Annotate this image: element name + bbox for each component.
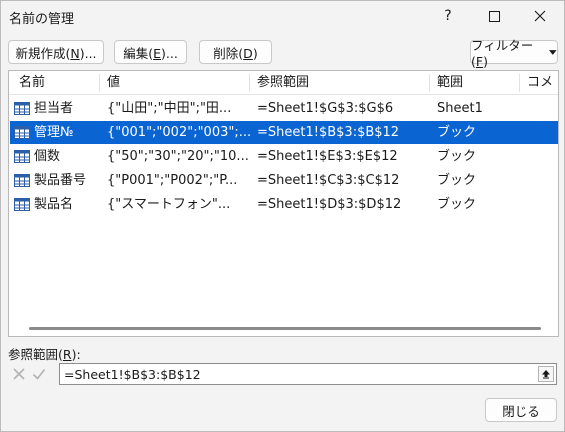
cancel-icon <box>13 368 25 380</box>
collapse-dialog-icon <box>542 370 550 379</box>
maximize-icon <box>488 10 500 22</box>
names-list[interactable]: 名前 値 参照範囲 範囲 コメ 担当者 {"山田";"中田";"田... =Sh… <box>8 70 559 337</box>
column-header-name[interactable]: 名前 <box>13 71 99 95</box>
column-header-value[interactable]: 値 <box>101 71 249 95</box>
help-button[interactable]: ? <box>425 1 471 31</box>
cancel-edit-button[interactable] <box>10 365 28 383</box>
table-row-selected[interactable]: 管理№ {"001";"002";"003";... =Sheet1!$B$3:… <box>10 121 558 144</box>
row-scope: ブック <box>437 173 477 188</box>
close-window-button[interactable] <box>517 1 563 31</box>
row-scope: ブック <box>437 149 477 164</box>
column-header-comment[interactable]: コメ <box>521 71 558 95</box>
horizontal-scrollbar[interactable] <box>29 327 541 330</box>
row-scope: ブック <box>437 125 477 140</box>
row-name: 個数 <box>34 149 61 164</box>
column-divider[interactable] <box>519 74 520 92</box>
column-divider[interactable] <box>99 74 100 92</box>
row-value: {"001";"002";"003";... <box>107 125 251 140</box>
delete-name-button[interactable]: 削除(D) <box>199 40 272 64</box>
row-refers-to: =Sheet1!$D$3:$D$12 <box>257 197 402 212</box>
column-header-refers-to[interactable]: 参照範囲 <box>251 71 429 95</box>
dialog-title: 名前の管理 <box>9 12 75 27</box>
row-scope: Sheet1 <box>437 101 483 116</box>
table-icon <box>14 126 30 139</box>
table-row[interactable]: 担当者 {"山田";"中田";"田... =Sheet1!$G$3:$G$6 S… <box>10 97 558 120</box>
name-manager-dialog: 名前の管理 ? 新規作成(N)... 編集(E)... 削除(D) フィルター(… <box>0 0 565 432</box>
new-button-label: 新規作成(N)... <box>15 45 97 61</box>
table-icon <box>14 102 30 115</box>
filter-button-label: フィルター(F) <box>471 38 534 69</box>
row-scope: ブック <box>437 197 477 212</box>
close-icon <box>534 10 546 22</box>
row-name: 管理№ <box>34 125 74 140</box>
table-icon <box>14 150 30 163</box>
row-refers-to: =Sheet1!$C$3:$C$12 <box>257 173 400 188</box>
help-icon: ? <box>444 8 452 24</box>
refers-to-input[interactable]: =Sheet1!$B$3:$B$12 <box>59 363 557 385</box>
table-icon <box>14 174 30 187</box>
edit-button-label: 編集(E)... <box>123 45 178 61</box>
row-refers-to: =Sheet1!$G$3:$G$6 <box>257 101 394 116</box>
dropdown-arrow-icon <box>549 49 557 55</box>
refers-to-value: =Sheet1!$B$3:$B$12 <box>64 367 201 382</box>
maximize-button[interactable] <box>471 1 517 31</box>
column-divider[interactable] <box>429 74 430 92</box>
row-name: 担当者 <box>34 101 74 116</box>
enter-icon <box>32 369 46 380</box>
edit-name-button[interactable]: 編集(E)... <box>114 40 187 64</box>
table-row[interactable]: 製品番号 {"P001";"P002";"P... =Sheet1!$C$3:$… <box>10 169 558 192</box>
row-value: {"山田";"中田";"田... <box>107 101 232 116</box>
row-refers-to: =Sheet1!$E$3:$E$12 <box>257 149 398 164</box>
table-icon <box>14 198 30 211</box>
row-name: 製品名 <box>34 197 74 212</box>
title-bar: 名前の管理 ? <box>1 1 564 31</box>
column-divider[interactable] <box>249 74 250 92</box>
delete-button-label: 削除(D) <box>213 45 258 61</box>
confirm-edit-button[interactable] <box>30 365 48 383</box>
table-row[interactable]: 個数 {"50";"30";"20";"10... =Sheet1!$E$3:$… <box>10 145 558 168</box>
filter-button[interactable]: フィルター(F) <box>470 38 558 69</box>
collapse-dialog-button[interactable] <box>538 366 554 382</box>
row-value: {"50";"30";"20";"10... <box>107 149 249 164</box>
refers-to-label: 参照範囲(R): <box>8 347 81 362</box>
new-name-button[interactable]: 新規作成(N)... <box>8 40 104 64</box>
close-button[interactable]: 閉じる <box>485 398 557 422</box>
list-header: 名前 値 参照範囲 範囲 コメ <box>9 71 558 95</box>
close-button-label: 閉じる <box>502 403 540 419</box>
row-refers-to: =Sheet1!$B$3:$B$12 <box>257 125 400 140</box>
row-name: 製品番号 <box>34 173 87 188</box>
row-value: {"P001";"P002";"P... <box>107 173 238 188</box>
table-row[interactable]: 製品名 {"スマートフォン"... =Sheet1!$D$3:$D$12 ブック <box>10 193 558 216</box>
row-value: {"スマートフォン"... <box>107 197 231 212</box>
column-header-scope[interactable]: 範囲 <box>431 71 519 95</box>
